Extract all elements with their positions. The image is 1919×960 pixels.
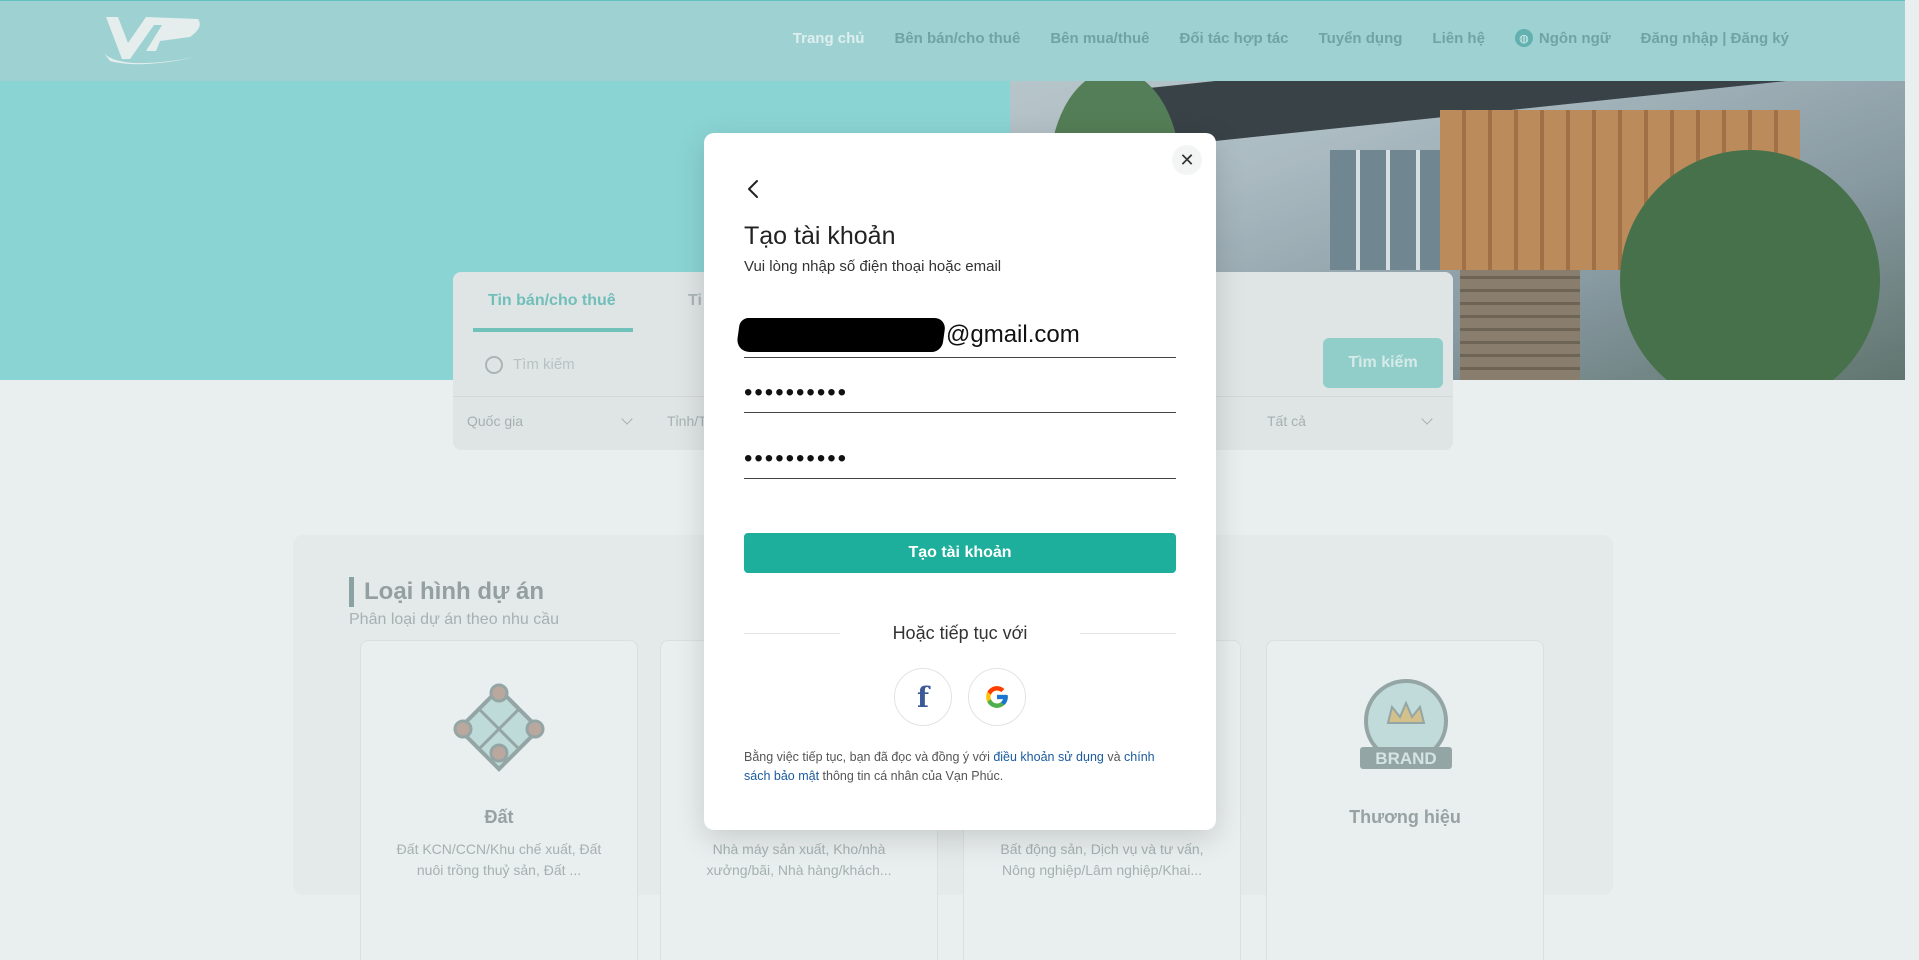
confirm-password-mask: •••••••••• — [744, 445, 849, 472]
divider-line — [1080, 633, 1176, 634]
facebook-icon: f — [916, 680, 930, 714]
google-login-button[interactable] — [968, 668, 1026, 726]
terms-mid: và — [1103, 750, 1125, 764]
password-mask: •••••••••• — [744, 379, 849, 406]
confirm-password-field[interactable]: •••••••••• — [744, 439, 1176, 479]
facebook-login-button[interactable]: f — [894, 668, 952, 726]
terms-of-use-link[interactable]: điều khoản sử dụng — [993, 750, 1104, 764]
redacted-email-scribble — [735, 318, 947, 352]
terms-suffix: thông tin cá nhân của Vạn Phúc. — [819, 769, 1004, 783]
close-icon: ✕ — [1179, 149, 1195, 170]
email-field[interactable]: @gmail.com — [735, 308, 1176, 358]
terms-prefix: Bằng việc tiếp tục, bạn đã đọc và đồng ý… — [744, 750, 994, 764]
create-account-modal: ✕ Tạo tài khoản Vui lòng nhập số điện th… — [704, 133, 1216, 830]
google-icon — [986, 686, 1008, 708]
close-button[interactable]: ✕ — [1172, 145, 1202, 175]
create-account-button[interactable]: Tạo tài khoản — [744, 533, 1176, 573]
chevron-left-icon — [748, 180, 758, 198]
modal-subtitle: Vui lòng nhập số điện thoại hoặc email — [744, 258, 1002, 275]
terms-notice: Bằng việc tiếp tục, bạn đã đọc và đồng ý… — [744, 748, 1184, 786]
or-divider: Hoặc tiếp tục với — [744, 621, 1176, 645]
back-button[interactable] — [742, 177, 766, 201]
password-field[interactable]: •••••••••• — [744, 373, 1176, 413]
modal-title: Tạo tài khoản — [744, 222, 896, 250]
email-domain-text: @gmail.com — [946, 321, 1080, 348]
